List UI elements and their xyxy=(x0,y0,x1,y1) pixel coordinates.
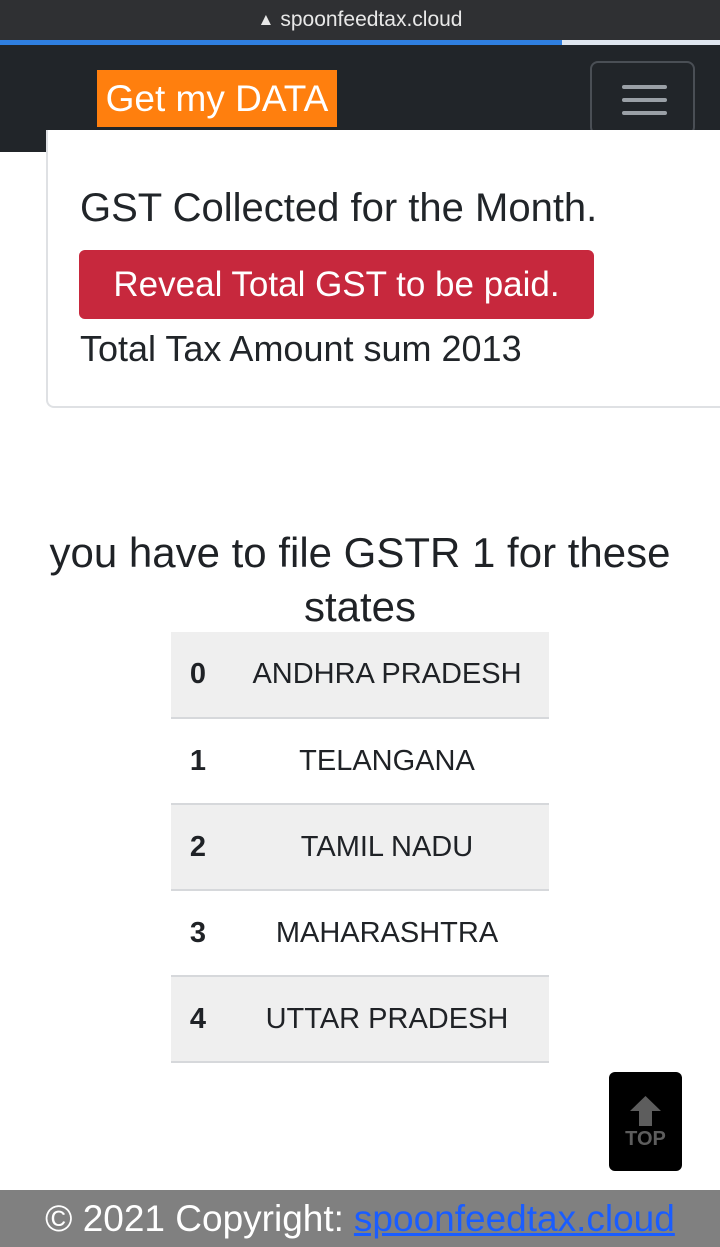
row-index: 2 xyxy=(189,830,207,863)
row-index: 4 xyxy=(189,1002,207,1035)
footer-site-link[interactable]: spoonfeedtax.cloud xyxy=(354,1198,675,1240)
table-row: 0 ANDHRA PRADESH xyxy=(171,632,549,718)
state-name: TAMIL NADU xyxy=(300,830,474,863)
back-to-top-label: TOP xyxy=(625,1128,666,1150)
row-index: 3 xyxy=(189,916,207,949)
states-table: 0 ANDHRA PRADESH 1 TELANGANA 2 TAMIL NAD… xyxy=(171,632,549,1063)
table-row: 4 UTTAR PRADESH xyxy=(171,976,549,1062)
states-heading: you have to file GSTR 1 for these states xyxy=(49,529,671,630)
row-index: 1 xyxy=(189,744,207,777)
table-row: 3 MAHARASHTRA xyxy=(171,890,549,976)
menu-bar xyxy=(622,85,667,89)
table-row: 1 TELANGANA xyxy=(171,718,549,804)
card-title: GST Collected for the Month. xyxy=(80,186,598,230)
menu-toggle-button[interactable] xyxy=(590,61,695,135)
back-to-top-button[interactable]: TOP xyxy=(609,1072,682,1171)
state-name: ANDHRA PRADESH xyxy=(252,658,522,690)
footer: © 2021 Copyright: spoonfeedtax.cloud xyxy=(0,1190,720,1247)
table-row: 2 TAMIL NADU xyxy=(171,804,549,890)
brand-link[interactable]: Get my DATA xyxy=(97,70,337,127)
url-text: spoonfeedtax.cloud xyxy=(280,8,463,31)
warning-triangle-icon: ▲ xyxy=(257,10,275,29)
state-name: UTTAR PRADESH xyxy=(265,1002,509,1035)
menu-bar xyxy=(622,98,667,102)
total-tax-amount: Total Tax Amount sum 2013 xyxy=(80,328,522,369)
hamburger-menu-icon xyxy=(622,85,667,115)
arrow-up-icon xyxy=(630,1096,661,1126)
reveal-total-gst-button[interactable]: Reveal Total GST to be paid. xyxy=(79,250,594,319)
copyright-text: © 2021 Copyright: xyxy=(45,1197,344,1239)
address-bar[interactable]: ▲ spoonfeedtax.cloud xyxy=(0,0,720,40)
state-name: TELANGANA xyxy=(299,744,475,777)
menu-bar xyxy=(622,111,667,115)
state-name: MAHARASHTRA xyxy=(275,916,499,949)
row-index: 0 xyxy=(189,658,207,690)
